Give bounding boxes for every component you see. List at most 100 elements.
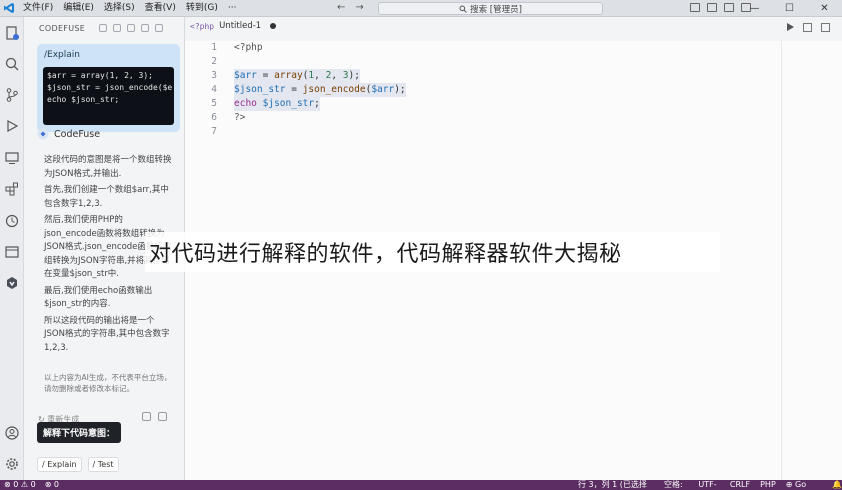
php-file-icon: <?php bbox=[190, 21, 215, 31]
line-number: 7 bbox=[211, 126, 217, 137]
menu-edit[interactable]: 编辑(E) bbox=[58, 0, 99, 17]
editor-tab-bar: <?php Untitled-1 bbox=[185, 17, 842, 41]
line-ending[interactable]: CRLF bbox=[730, 480, 750, 490]
toggle-secondary-sidebar-icon[interactable] bbox=[724, 3, 734, 12]
assistant-name: CodeFuse bbox=[54, 128, 101, 140]
explorer-icon[interactable] bbox=[4, 25, 20, 41]
answer-paragraph: 这段代码的意图是将一个数组转换为JSON格式,并输出. bbox=[44, 155, 172, 179]
menu-more[interactable]: ··· bbox=[223, 0, 242, 17]
more-icon[interactable] bbox=[155, 24, 163, 32]
new-chat-icon[interactable] bbox=[99, 24, 107, 32]
navigation-arrows: ← → bbox=[337, 2, 364, 13]
explain-request-card: /Explain $arr = array(1, 2, 3); $json_st… bbox=[37, 44, 180, 132]
extensions-icon[interactable] bbox=[4, 181, 20, 197]
code-line: 5 echo $json_str; bbox=[185, 97, 842, 111]
explain-command: /Explain bbox=[44, 50, 80, 60]
status-left: ⊗ 0 ⚠ 0 ⊗ 0 bbox=[4, 480, 59, 490]
menu-file[interactable]: 文件(F) bbox=[18, 0, 58, 17]
close-button[interactable]: ✕ bbox=[807, 0, 842, 17]
code-line: 6 ?> bbox=[185, 111, 842, 125]
line-number: 5 bbox=[211, 98, 217, 109]
indentation[interactable]: 空格: 4 bbox=[664, 480, 688, 490]
thumbs-up-icon[interactable] bbox=[142, 412, 151, 421]
ports-indicator[interactable]: ⊗ 0 bbox=[45, 480, 59, 490]
vscode-logo-icon bbox=[0, 0, 18, 17]
encoding[interactable]: UTF-8 bbox=[698, 480, 720, 490]
minimize-button[interactable]: — bbox=[737, 0, 772, 17]
answer-paragraph: 首先,我们创建一个数组$arr,其中包含数字1,2,3. bbox=[44, 185, 169, 209]
code-line: 2 bbox=[185, 55, 842, 69]
forward-arrow-icon[interactable]: → bbox=[355, 2, 363, 13]
code-snippet: $arr = array(1, 2, 3); $json_str = json_… bbox=[43, 67, 174, 125]
caption-banner: 对代码进行解释的软件，代码解释器软件大揭秘 bbox=[145, 232, 720, 272]
window-controls: — ☐ ✕ bbox=[737, 0, 842, 17]
help-icon[interactable] bbox=[127, 24, 135, 32]
menu-goto[interactable]: 转到(G) bbox=[181, 0, 223, 17]
source-control-icon[interactable] bbox=[4, 87, 20, 103]
line-text: <?php bbox=[234, 42, 263, 53]
codefuse-icon[interactable] bbox=[4, 275, 20, 291]
command-search-box[interactable]: 搜索 [管理员] bbox=[378, 2, 603, 15]
tab-untitled-1[interactable]: <?php Untitled-1 bbox=[190, 21, 277, 31]
feedback-icon[interactable] bbox=[141, 24, 149, 32]
command-chips: / Explain / Test bbox=[37, 457, 119, 472]
account-icon[interactable] bbox=[4, 425, 20, 441]
problems-indicator[interactable]: ⊗ 0 ⚠ 0 bbox=[4, 480, 36, 490]
search-icon bbox=[459, 5, 467, 13]
status-bar: ⊗ 0 ⚠ 0 ⊗ 0 行 3，列 1 (已选择71) 空格: 4 UTF-8 … bbox=[0, 480, 842, 490]
history-icon[interactable] bbox=[113, 24, 121, 32]
search-label: 搜索 [管理员] bbox=[470, 4, 522, 15]
test-chip[interactable]: / Test bbox=[87, 457, 119, 472]
line-text: $json_str = json_encode($arr); bbox=[234, 83, 406, 97]
activity-bar bbox=[0, 17, 24, 480]
editor-actions bbox=[787, 23, 830, 32]
panel-header-actions bbox=[99, 24, 163, 32]
code-line: 1 <?php bbox=[185, 41, 842, 55]
assistant-header: CodeFuse bbox=[37, 128, 100, 140]
line-number: 4 bbox=[211, 84, 217, 95]
line-number: 2 bbox=[211, 56, 217, 67]
command-tooltip: 解释下代码意图： bbox=[37, 422, 122, 443]
minimap-divider bbox=[781, 41, 782, 480]
code-line: 3 $arr = array(1, 2, 3); bbox=[185, 69, 842, 83]
cursor-position[interactable]: 行 3，列 1 (已选择71) bbox=[578, 480, 654, 490]
settings-gear-icon[interactable] bbox=[4, 456, 20, 472]
go-live-button[interactable]: ⊕ Go Live bbox=[786, 480, 822, 490]
timeline-icon[interactable] bbox=[4, 213, 20, 229]
split-editor-icon[interactable] bbox=[803, 23, 812, 32]
line-number: 3 bbox=[211, 70, 217, 81]
ai-disclaimer: 以上内容为AI生成，不代表平台立场，请勿删除或者修改本标记。 bbox=[44, 373, 172, 393]
back-arrow-icon[interactable]: ← bbox=[337, 2, 345, 13]
more-actions-icon[interactable] bbox=[821, 23, 830, 32]
line-number: 1 bbox=[211, 42, 217, 53]
feedback-buttons bbox=[142, 412, 167, 421]
code-line: 7 bbox=[185, 125, 842, 139]
maximize-button[interactable]: ☐ bbox=[772, 0, 807, 17]
line-text: $arr = array(1, 2, 3); bbox=[234, 69, 360, 83]
line-number: 6 bbox=[211, 112, 217, 123]
code-line: 4 $json_str = json_encode($arr); bbox=[185, 83, 842, 97]
run-icon[interactable] bbox=[787, 23, 794, 31]
menu-bar: 文件(F) 编辑(E) 选择(S) 查看(V) 转到(G) ··· bbox=[18, 0, 241, 17]
toggle-panel-icon[interactable] bbox=[707, 3, 717, 12]
run-debug-icon[interactable] bbox=[4, 118, 20, 134]
answer-paragraph: 最后,我们使用echo函数输出$json_str的内容. bbox=[44, 285, 153, 310]
language-mode[interactable]: PHP bbox=[760, 480, 776, 490]
search-icon[interactable] bbox=[4, 56, 20, 72]
caption-text: 对代码进行解释的软件，代码解释器软件大揭秘 bbox=[149, 242, 622, 267]
unsaved-dot-icon[interactable] bbox=[270, 23, 277, 29]
menu-selection[interactable]: 选择(S) bbox=[99, 0, 140, 17]
thumbs-down-icon[interactable] bbox=[158, 412, 167, 421]
codefuse-logo-icon bbox=[37, 128, 49, 140]
toggle-sidebar-icon[interactable] bbox=[690, 3, 700, 12]
menu-view[interactable]: 查看(V) bbox=[140, 0, 181, 17]
line-text: echo $json_str; bbox=[234, 97, 320, 111]
remote-explorer-icon[interactable] bbox=[4, 150, 20, 166]
panel-icon[interactable] bbox=[4, 244, 20, 260]
explain-chip[interactable]: / Explain bbox=[37, 457, 82, 472]
answer-paragraph: 所以这段代码的输出将是一个JSON格式的字符串,其中包含数字1,2,3. bbox=[44, 315, 170, 353]
tab-label: Untitled-1 bbox=[219, 21, 262, 31]
notifications-bell-icon[interactable]: 🔔 bbox=[832, 480, 842, 490]
status-right: 行 3，列 1 (已选择71) 空格: 4 UTF-8 CRLF PHP ⊕ G… bbox=[578, 480, 842, 490]
title-bar: 文件(F) 编辑(E) 选择(S) 查看(V) 转到(G) ··· ← → 搜索… bbox=[0, 0, 842, 17]
